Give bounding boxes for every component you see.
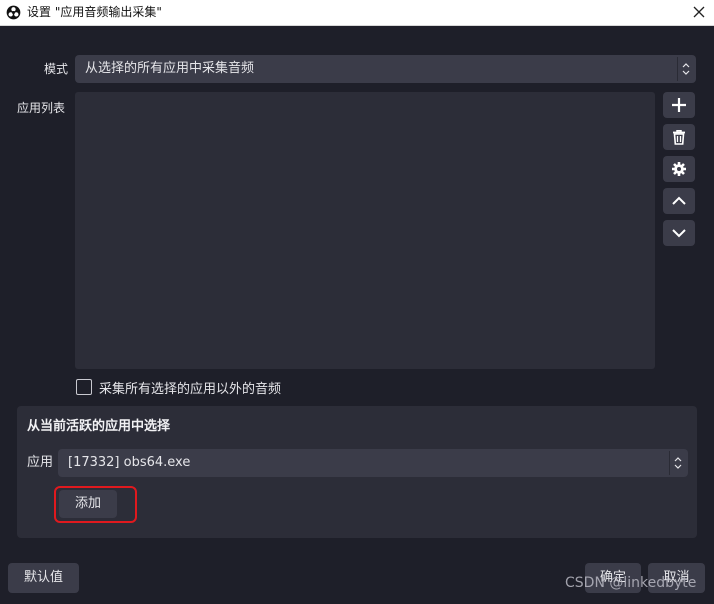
updown-chevron-icon	[674, 457, 682, 469]
chevron-down-icon	[672, 229, 686, 238]
window-title: 设置 "应用音频输出采集"	[27, 5, 162, 19]
app-select[interactable]: [17332] obs64.exe	[58, 449, 688, 477]
highlight-box	[54, 486, 137, 523]
mode-select-arrows	[677, 57, 694, 81]
defaults-button[interactable]: 默认值	[8, 563, 79, 593]
exclude-checkbox-label: 采集所有选择的应用以外的音频	[99, 382, 282, 397]
app-select-arrows	[669, 451, 686, 475]
group-title: 从当前活跃的应用中选择	[27, 419, 171, 434]
obs-logo-icon	[6, 5, 21, 20]
mode-label: 模式	[44, 62, 69, 76]
app-properties-button[interactable]	[663, 156, 695, 182]
move-down-button[interactable]	[663, 220, 695, 246]
gear-icon	[672, 162, 686, 176]
exclude-checkbox[interactable]	[76, 379, 92, 395]
app-select-value: [17332] obs64.exe	[68, 455, 191, 470]
app-label: 应用	[27, 455, 54, 470]
cancel-button[interactable]: 取消	[648, 563, 705, 593]
app-list-label: 应用列表	[17, 101, 66, 115]
app-list[interactable]	[75, 92, 655, 369]
ok-button[interactable]: 确定	[585, 563, 641, 593]
mode-select[interactable]: 从选择的所有应用中采集音频	[75, 55, 696, 83]
add-app-button[interactable]	[663, 92, 695, 118]
close-icon	[693, 6, 705, 18]
chevron-up-icon	[672, 196, 686, 205]
plus-icon	[672, 98, 686, 112]
title-bar: 设置 "应用音频输出采集"	[0, 0, 714, 26]
move-up-button[interactable]	[663, 188, 695, 214]
remove-app-button[interactable]	[663, 124, 695, 150]
trash-icon	[673, 130, 685, 145]
updown-chevron-icon	[682, 63, 690, 75]
mode-select-value: 从选择的所有应用中采集音频	[85, 61, 255, 76]
close-button[interactable]	[684, 0, 714, 25]
